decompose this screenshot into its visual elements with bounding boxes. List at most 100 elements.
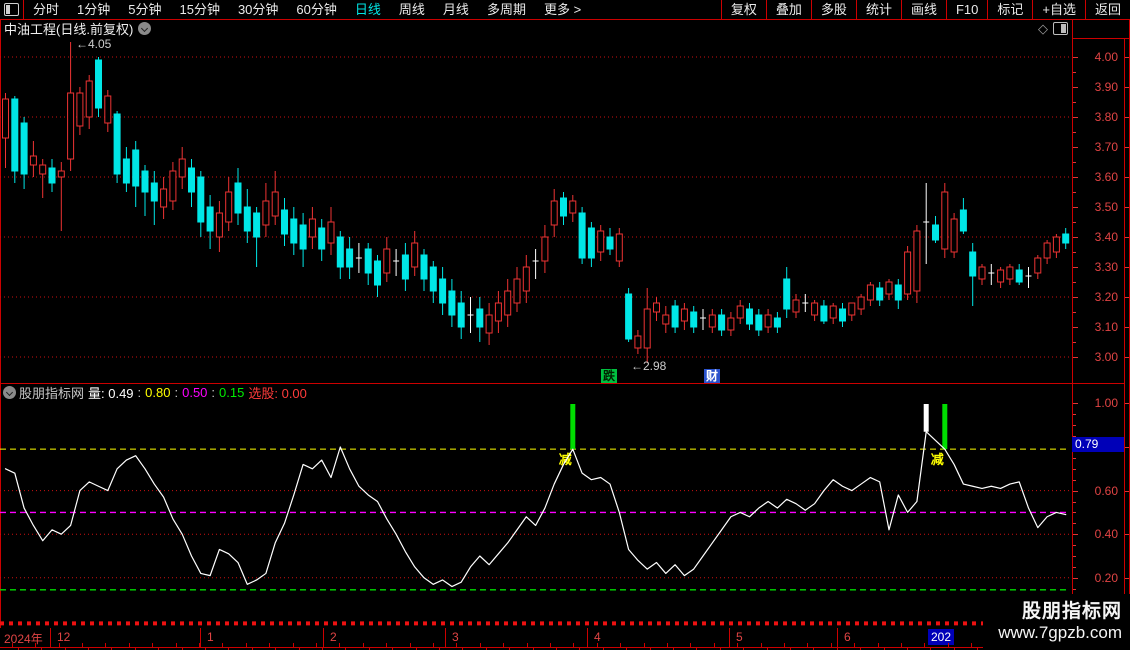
month-label: 2	[330, 630, 337, 644]
axis-tick	[1073, 207, 1078, 208]
price-axis-label: 3.90	[1094, 80, 1118, 94]
axis-tick	[1073, 102, 1076, 103]
indicator-value-badge: 0.79	[1072, 437, 1124, 452]
menu-item-6[interactable]: 日线	[346, 0, 390, 19]
month-label: 1	[207, 630, 214, 644]
candle-chart-canvas[interactable]	[0, 38, 1070, 383]
month-label: 6	[844, 630, 851, 644]
minor-tick	[971, 643, 973, 647]
minor-tick	[690, 643, 692, 647]
axis-tick	[1073, 162, 1076, 163]
axis-tick	[1073, 147, 1078, 148]
minor-tick	[58, 643, 60, 647]
toolbar-item-2[interactable]: 多股	[810, 0, 856, 19]
minor-tick	[854, 643, 856, 647]
toolbar-item-6[interactable]: 标记	[987, 0, 1032, 19]
toolbar-item-3[interactable]: 统计	[855, 0, 901, 19]
chevron-down-circle-icon[interactable]	[3, 386, 16, 399]
axis-tick	[1125, 357, 1129, 358]
minor-tick	[409, 643, 411, 647]
axis-tick	[1073, 414, 1076, 416]
axis-tick	[1073, 342, 1076, 343]
time-axis-badge: 202	[928, 629, 954, 645]
axis-tick	[1125, 147, 1129, 148]
month-tick	[837, 628, 838, 647]
indicator-header-segment-3: 0.80	[145, 385, 171, 400]
axis-tick	[1073, 222, 1076, 223]
axis-tick	[1073, 267, 1078, 268]
axis-tick	[1125, 447, 1129, 448]
menu-item-5[interactable]: 60分钟	[287, 0, 345, 19]
axis-tick	[1073, 501, 1076, 503]
panel-toggle-icon[interactable]	[1053, 22, 1068, 35]
menu-item-3[interactable]: 15分钟	[170, 0, 228, 19]
menu-item-8[interactable]: 月线	[434, 0, 478, 19]
month-label: 5	[736, 630, 743, 644]
axis-tick	[1073, 117, 1078, 118]
axis-tick	[1073, 566, 1076, 568]
axis-tick	[1125, 207, 1129, 208]
menu-item-7[interactable]: 周线	[390, 0, 434, 19]
watermark: 股朋指标网 www.7gpzb.com	[983, 594, 1130, 650]
price-axis-label: 3.80	[1094, 110, 1118, 124]
axis-tick	[1073, 468, 1076, 470]
chevron-down-circle-icon[interactable]	[138, 22, 152, 35]
axis-tick	[1125, 534, 1129, 536]
axis-tick	[1073, 57, 1078, 58]
minor-tick	[432, 643, 434, 647]
axis-tick	[1125, 87, 1129, 88]
minor-tick	[503, 643, 505, 647]
toolbar-item-8[interactable]: 返回	[1084, 0, 1130, 19]
axis-tick	[1073, 490, 1078, 492]
month-tick	[200, 628, 201, 647]
month-tick	[50, 628, 51, 647]
menu-item-0[interactable]: 分时	[24, 0, 68, 19]
time-axis: 2024年 202 12 1 2 3 4 5 6	[0, 628, 1130, 647]
indicator-axis-label: 0.40	[1094, 527, 1118, 542]
indicator-header-segment-1: 量: 0.49	[88, 386, 134, 401]
axis-tick	[1073, 72, 1076, 73]
axis-tick	[1073, 357, 1078, 358]
price-axis-label: 3.70	[1094, 140, 1118, 154]
layout-toggle-button[interactable]	[0, 0, 24, 19]
minor-tick	[292, 643, 294, 647]
toolbar-item-4[interactable]: 画线	[900, 0, 946, 19]
diamond-icon[interactable]: ◇	[1038, 22, 1048, 35]
indicator-chart-canvas[interactable]: 减减	[0, 401, 1070, 627]
split-panel-icon	[4, 3, 19, 16]
toolbar-item-5[interactable]: F10	[945, 0, 987, 19]
indicator-header-segment-7: 0.15	[219, 385, 245, 400]
menu-item-9[interactable]: 多周期	[478, 0, 535, 19]
price-axis-label: 3.60	[1094, 170, 1118, 184]
axis-tick	[1073, 479, 1076, 481]
minor-tick	[269, 643, 271, 647]
minor-tick	[315, 643, 317, 647]
price-axis-label: 3.10	[1094, 320, 1118, 334]
die-marker-badge[interactable]: 跌	[601, 369, 618, 383]
month-tick	[729, 628, 730, 647]
minor-tick	[152, 643, 154, 647]
toolbar-item-0[interactable]: 复权	[720, 0, 766, 19]
cai-marker-badge[interactable]: 财	[704, 369, 721, 383]
minor-tick	[11, 643, 13, 647]
minor-tick	[596, 643, 598, 647]
toolbar-item-1[interactable]: 叠加	[765, 0, 811, 19]
toolbar-item-7[interactable]: +自选	[1032, 0, 1085, 19]
price-axis-label: 3.00	[1094, 350, 1118, 364]
menu-item-1[interactable]: 1分钟	[68, 0, 119, 19]
month-label: 3	[452, 630, 459, 644]
axis-tick	[1073, 534, 1078, 536]
axis-tick	[1073, 577, 1078, 579]
minor-tick	[198, 643, 200, 647]
month-tick	[587, 628, 588, 647]
tools-menu: 复权 叠加 多股 统计 画线 F10 标记 +自选 返回	[720, 0, 1130, 19]
menu-item-2[interactable]: 5分钟	[119, 0, 170, 19]
menu-item-4[interactable]: 30分钟	[229, 0, 287, 19]
month-tick	[323, 628, 324, 647]
month-tick	[445, 628, 446, 647]
menu-item-10[interactable]: 更多 >	[535, 0, 590, 19]
indicator-header-segment-2: :	[137, 385, 142, 400]
axis-tick	[1073, 588, 1076, 590]
indicator-header-segment-5: 0.50	[182, 385, 208, 400]
indicator-header-segment-4: :	[174, 385, 179, 400]
